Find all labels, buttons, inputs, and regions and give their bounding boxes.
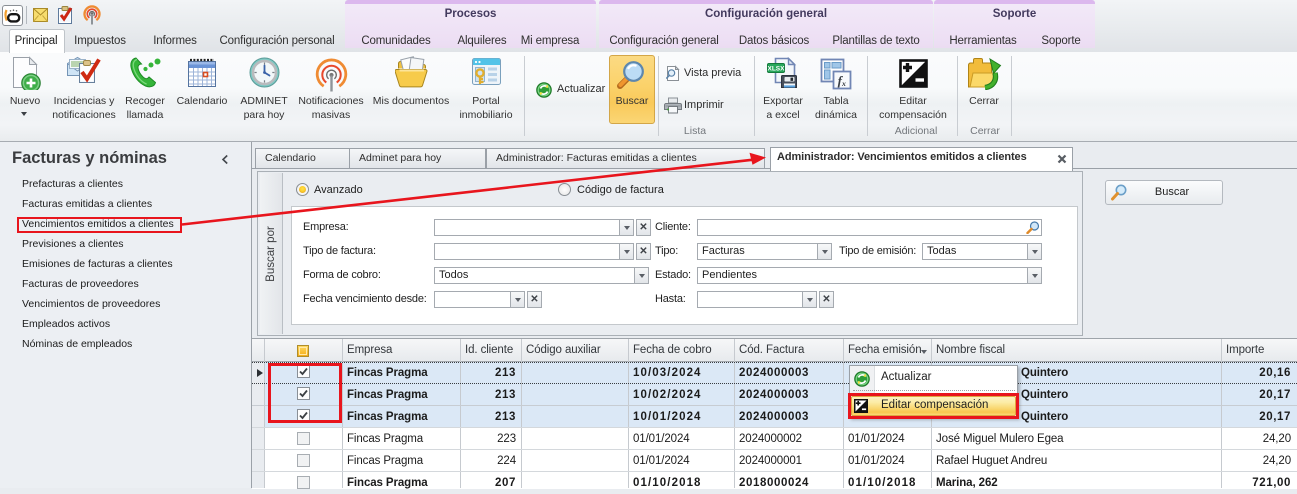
svg-text:fₓ: fₓ [838,73,847,88]
svg-text:XLSX: XLSX [768,66,786,73]
